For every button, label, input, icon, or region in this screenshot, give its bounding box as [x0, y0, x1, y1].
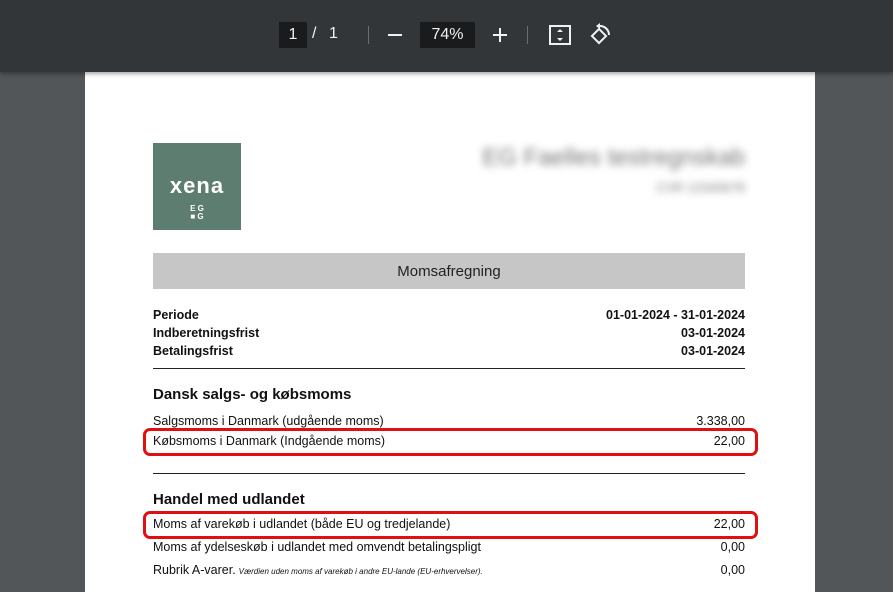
row-label: Periode — [153, 308, 199, 322]
company-name: EG Faelles testregnskab — [482, 144, 745, 171]
page-separator: / — [312, 25, 317, 42]
fit-page-icon — [549, 25, 571, 45]
highlight-varekoeb — [143, 511, 758, 539]
rotate-button[interactable] — [585, 20, 615, 50]
divider — [153, 368, 745, 369]
document-title: Momsafregning — [153, 253, 745, 289]
plus-icon — [493, 28, 507, 42]
row-value: 03-01-2024 — [681, 344, 745, 358]
fit-to-page-button[interactable] — [545, 20, 575, 50]
current-page-input[interactable]: 1 — [279, 22, 307, 48]
zoom-out-button[interactable] — [380, 20, 410, 50]
pdf-toolbar: 1 / 1 74% — [0, 0, 893, 72]
vat-row-rubrik-a: Rubrik A-varer. Værdien uden moms af vare… — [153, 561, 745, 579]
row-note: Værdien uden moms af varekøb i andre EU-… — [238, 567, 483, 576]
section-heading-dansk: Dansk salgs- og købsmoms — [153, 386, 352, 403]
section-heading-udlandet: Handel med udlandet — [153, 491, 305, 508]
toolbar-divider — [368, 26, 369, 44]
company-cvr: CVR 12345678 — [656, 180, 745, 195]
row-label: Rubrik A-varer. — [153, 563, 236, 577]
vat-row-ydelseskoeb: Moms af ydelseskøb i udlandet med omvend… — [153, 538, 745, 556]
highlight-koebsmoms — [143, 428, 758, 456]
zoom-in-button[interactable] — [485, 20, 515, 50]
row-label: Moms af ydelseskøb i udlandet med omvend… — [153, 540, 481, 554]
minus-icon — [388, 34, 402, 36]
logo-eg-mark: E G ■ G — [190, 204, 204, 221]
rotate-icon — [590, 23, 610, 45]
divider — [153, 473, 745, 474]
row-value: 03-01-2024 — [681, 326, 745, 340]
row-label-group: Rubrik A-varer. Værdien uden moms af vare… — [153, 563, 483, 577]
zoom-level-input[interactable]: 74% — [420, 22, 475, 48]
row-value: 01-01-2024 - 31-01-2024 — [606, 308, 745, 322]
row-value: 3.338,00 — [696, 414, 745, 428]
toolbar-divider — [527, 26, 528, 44]
header-row-betalingsfrist: Betalingsfrist 03-01-2024 — [153, 342, 745, 360]
total-pages: 1 — [329, 25, 338, 42]
row-value: 0,00 — [720, 563, 745, 577]
header-row-periode: Periode 01-01-2024 - 31-01-2024 — [153, 306, 745, 324]
logo-wordmark: xena — [169, 173, 225, 198]
row-label: Indberetningsfrist — [153, 326, 260, 340]
row-value: 0,00 — [720, 540, 745, 554]
company-header-blurred: EG Faelles testregnskab CVR 12345678 — [482, 144, 745, 195]
row-label: Salgsmoms i Danmark (udgående moms) — [153, 414, 384, 428]
pdf-page: xena E G ■ G EG Faelles testregnskab CVR… — [85, 72, 815, 592]
row-label: Betalingsfrist — [153, 344, 233, 358]
header-row-indberetningsfrist: Indberetningsfrist 03-01-2024 — [153, 324, 745, 342]
company-logo: xena E G ■ G — [153, 143, 241, 230]
